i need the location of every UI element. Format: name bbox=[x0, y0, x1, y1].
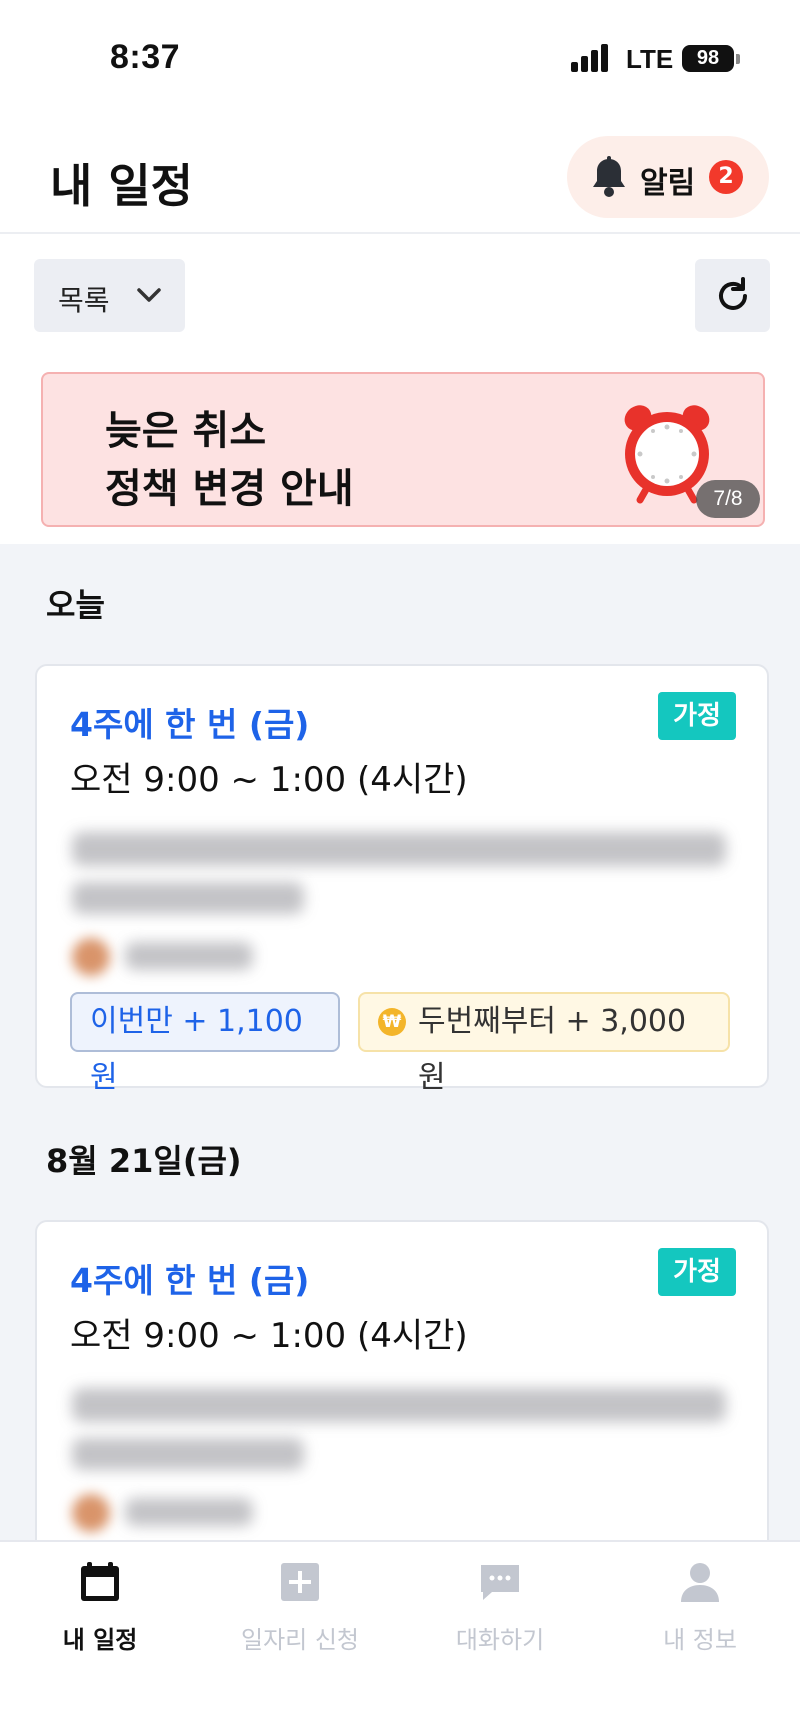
service-type-tag: 가정 bbox=[658, 1248, 736, 1296]
section-date: 8월 21일(금) bbox=[46, 1142, 242, 1180]
nav-item-chat[interactable]: 대화하기 bbox=[400, 1542, 600, 1662]
nav-label: 대화하기 bbox=[455, 1626, 545, 1654]
status-time: 8:37 bbox=[110, 38, 181, 76]
nav-item-my-schedule[interactable]: 내 일정 bbox=[0, 1542, 200, 1662]
banner-title-line2: 정책 변경 안내 bbox=[105, 466, 354, 512]
extra-pay-repeat-chip: ₩ 두번째부터 + 3,000원 bbox=[358, 992, 730, 1095]
blurred-address-line bbox=[72, 832, 726, 866]
notice-banner[interactable]: 늦은 취소 정책 변경 안내 7/8 bbox=[41, 372, 765, 527]
chat-icon bbox=[481, 1565, 519, 1600]
nav-label: 내 정보 bbox=[663, 1626, 737, 1654]
calendar-icon bbox=[81, 1562, 119, 1601]
signal-icon bbox=[571, 44, 611, 72]
network-type: LTE bbox=[626, 44, 674, 74]
page-title: 내 일정 bbox=[50, 159, 193, 213]
schedule-card[interactable]: 4주에 한 번 (금) 가정 오전 9:00 ~ 1:00 (4시간) 이번만 … bbox=[35, 664, 769, 1095]
schedule-frequency: 4주에 한 번 (금) bbox=[70, 1261, 310, 1300]
alarm-button[interactable]: 알림 2 bbox=[567, 136, 769, 218]
plus-square-icon bbox=[281, 1563, 319, 1601]
blurred-address-line bbox=[72, 1438, 304, 1470]
schedule-time: 오전 9:00 ~ 1:00 (4시간) bbox=[70, 1316, 468, 1356]
chevron-down-icon bbox=[137, 288, 161, 302]
blurred-address-line bbox=[72, 882, 304, 914]
refresh-button[interactable] bbox=[695, 259, 770, 332]
bottom-nav: 내 일정 일자리 신청 대화하기 내 정보 bbox=[0, 1540, 800, 1734]
schedule-list: 오늘 4주에 한 번 (금) 가정 오전 9:00 ~ 1:00 (4시간) 이… bbox=[0, 544, 800, 1644]
blurred-customer-name bbox=[125, 1498, 253, 1526]
view-mode-label: 목록 bbox=[58, 284, 110, 317]
schedule-time: 오전 9:00 ~ 1:00 (4시간) bbox=[70, 760, 468, 800]
battery-nub bbox=[736, 54, 740, 64]
blurred-address-line bbox=[72, 1388, 726, 1422]
banner-title-line1: 늦은 취소 bbox=[105, 408, 267, 454]
refresh-icon bbox=[719, 277, 747, 310]
battery-icon: 98 bbox=[682, 45, 734, 72]
alarm-count-badge: 2 bbox=[709, 160, 743, 194]
extra-pay-repeat-label: 두번째부터 + 3,000원 bbox=[418, 1004, 687, 1095]
view-mode-select[interactable]: 목록 bbox=[34, 259, 185, 332]
blurred-avatar bbox=[72, 1494, 110, 1532]
service-type-tag: 가정 bbox=[658, 692, 736, 740]
nav-label: 일자리 신청 bbox=[240, 1626, 360, 1654]
banner-pager: 7/8 bbox=[696, 480, 760, 518]
schedule-frequency: 4주에 한 번 (금) bbox=[70, 705, 310, 744]
bell-icon bbox=[593, 156, 625, 197]
blurred-avatar bbox=[72, 938, 110, 976]
nav-item-job-apply[interactable]: 일자리 신청 bbox=[200, 1542, 400, 1662]
status-bar: 8:37 LTE 98 bbox=[0, 0, 800, 110]
extra-pay-once-chip: 이번만 + 1,100원 bbox=[70, 992, 340, 1095]
person-icon bbox=[681, 1563, 719, 1602]
blurred-customer-name bbox=[125, 942, 253, 970]
alarm-label: 알림 bbox=[640, 166, 696, 201]
nav-item-my-info[interactable]: 내 정보 bbox=[600, 1542, 800, 1662]
page-header: 내 일정 알림 2 bbox=[0, 110, 800, 234]
section-date-today: 오늘 bbox=[46, 586, 105, 624]
won-coin-icon: ₩ bbox=[378, 1008, 406, 1036]
nav-label: 내 일정 bbox=[62, 1626, 138, 1654]
